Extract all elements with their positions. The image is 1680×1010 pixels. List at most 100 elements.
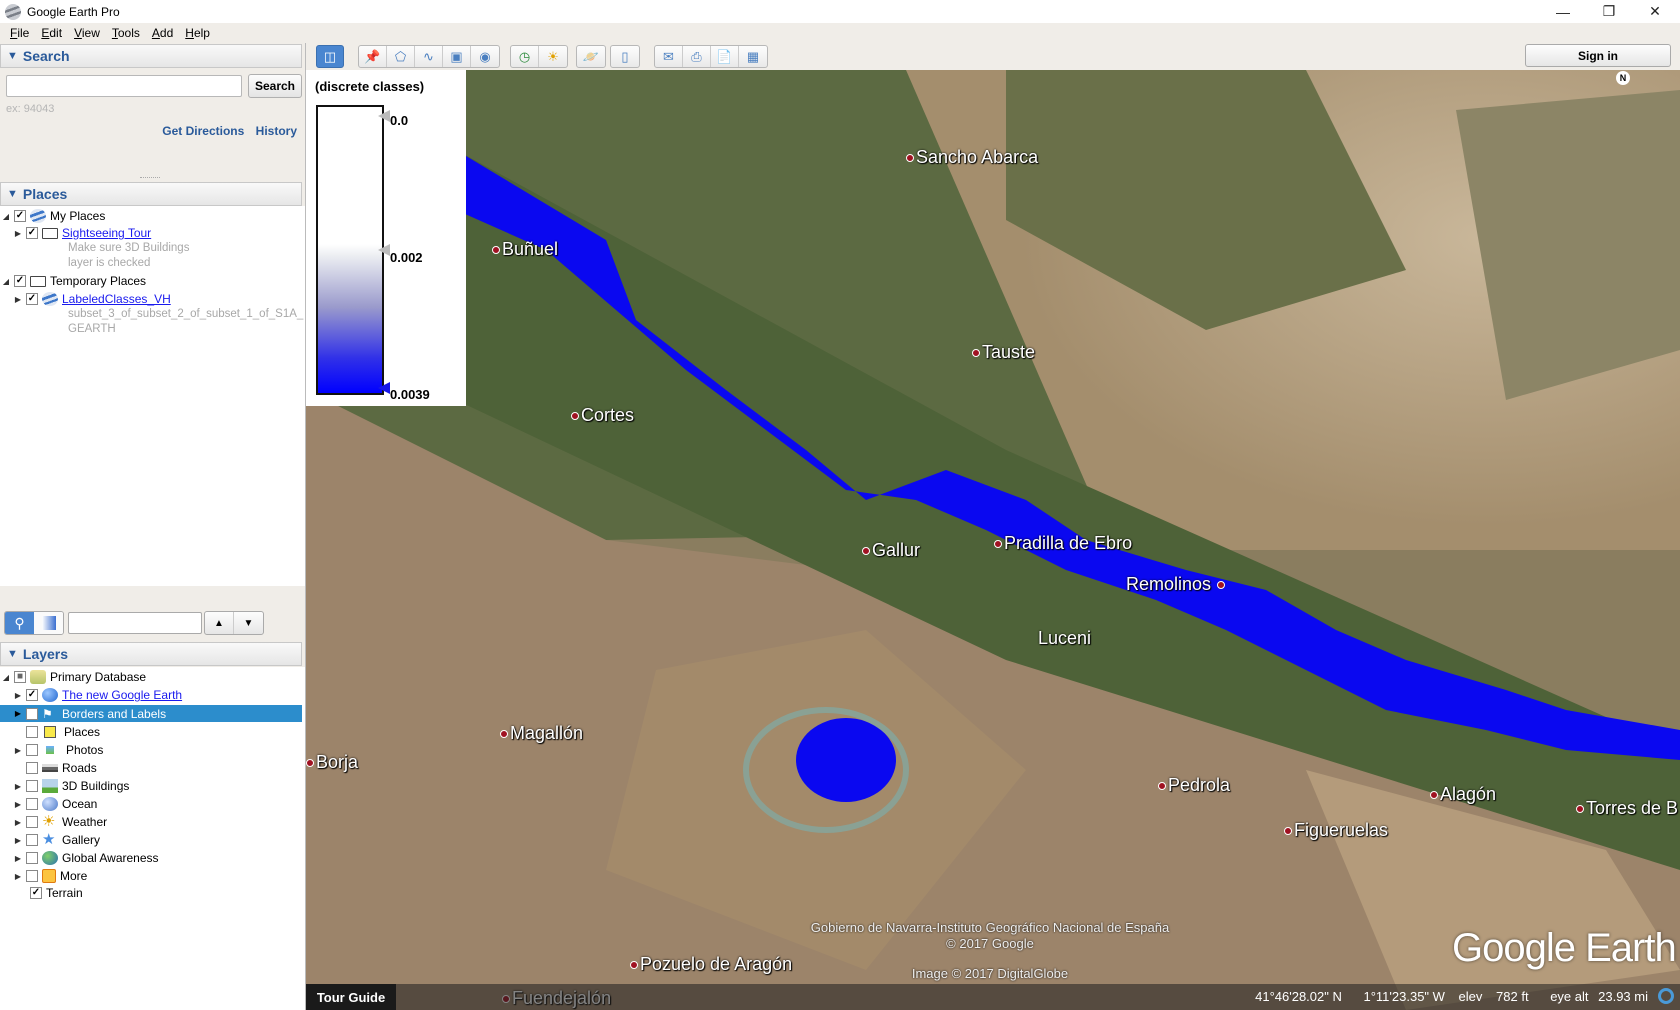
expand-icon[interactable]: ▶	[14, 800, 22, 809]
places-panel-header[interactable]: ▼ Places	[0, 182, 302, 206]
map-label[interactable]: Remolinos	[1126, 574, 1227, 595]
expand-icon[interactable]: ▶	[14, 836, 22, 845]
email-icon[interactable]: ✉	[655, 46, 683, 67]
ruler-button[interactable]: ▯	[610, 45, 640, 68]
search-button[interactable]: Search	[248, 74, 302, 98]
restore-button[interactable]: ❐	[1586, 0, 1632, 23]
close-button[interactable]: ✕	[1632, 0, 1678, 23]
historical-imagery-icon[interactable]: ◷	[511, 46, 539, 67]
checkbox[interactable]: ✓	[26, 293, 38, 305]
map-label[interactable]: Pedrola	[1158, 775, 1230, 796]
places-item-sightseeing-tour[interactable]: ▶ ✓ Sightseeing Tour	[14, 225, 151, 241]
view-in-maps-icon[interactable]: ▦	[739, 46, 767, 67]
sunlight-icon[interactable]: ☀	[539, 46, 567, 67]
search-places-icon[interactable]: ⚲	[5, 612, 34, 634]
expand-icon[interactable]: ▶	[14, 782, 22, 791]
layer-weather[interactable]: ▶ ☀ Weather	[14, 814, 107, 830]
map-label[interactable]: Figueruelas	[1284, 820, 1388, 841]
expand-icon[interactable]: ◢	[2, 212, 10, 221]
expand-icon[interactable]: ▶	[14, 709, 22, 718]
checkbox[interactable]: ■	[14, 671, 26, 683]
expand-icon[interactable]: ◢	[2, 277, 10, 286]
layer-primary-database[interactable]: ◢ ■ Primary Database	[2, 669, 146, 685]
checkbox[interactable]: ✓	[26, 689, 38, 701]
map-label[interactable]: Pradilla de Ebro	[994, 533, 1132, 554]
expand-icon[interactable]: ▶	[14, 854, 22, 863]
checkbox[interactable]	[26, 852, 38, 864]
expand-icon[interactable]: ▶	[14, 746, 22, 755]
checkbox[interactable]	[26, 762, 38, 774]
map-label[interactable]: Magallón	[500, 723, 583, 744]
sidebar-toggle-button[interactable]: ◫	[316, 45, 344, 68]
search-panel-header[interactable]: ▼ Search	[0, 44, 302, 68]
map-label[interactable]: Luceni	[1038, 628, 1091, 649]
checkbox[interactable]	[26, 744, 38, 756]
menu-file[interactable]: File	[10, 26, 29, 40]
map-label[interactable]: Torres de B	[1576, 798, 1678, 819]
expand-icon[interactable]: ▶	[14, 691, 22, 700]
map-view[interactable]: (discrete classes) 0.0 0.002 0.0039 N Sa…	[306, 70, 1680, 1010]
menu-tools[interactable]: Tools	[112, 26, 140, 40]
layer-more[interactable]: ▶ More	[14, 868, 87, 884]
checkbox[interactable]: ✓	[14, 275, 26, 287]
checkbox[interactable]: ✓	[14, 210, 26, 222]
expand-icon[interactable]: ▶	[14, 872, 22, 881]
layer-borders-and-labels[interactable]: ▶ ✓ ⚑ Borders and Labels	[0, 705, 302, 722]
sign-in-button[interactable]: Sign in	[1525, 44, 1671, 67]
move-up-icon[interactable]: ▲	[205, 612, 235, 634]
menu-add[interactable]: Add	[152, 26, 173, 40]
menu-view[interactable]: View	[74, 26, 100, 40]
layer-new-google-earth[interactable]: ▶ ✓ The new Google Earth	[14, 687, 182, 703]
checkbox[interactable]	[26, 834, 38, 846]
checkbox[interactable]: ✓	[30, 887, 42, 899]
panel-resize-grip[interactable]	[140, 177, 160, 180]
layer-places[interactable]: Places	[22, 724, 100, 740]
layer-roads[interactable]: Roads	[22, 760, 97, 776]
map-label[interactable]: Buñuel	[492, 239, 558, 260]
checkbox[interactable]	[26, 816, 38, 828]
map-label[interactable]: Borja	[306, 752, 358, 773]
map-label[interactable]: Sancho Abarca	[906, 147, 1038, 168]
tour-guide-button[interactable]: Tour Guide	[306, 984, 396, 1010]
checkbox[interactable]: ✓	[26, 227, 38, 239]
menu-help[interactable]: Help	[185, 26, 210, 40]
add-image-overlay-icon[interactable]: ▣	[443, 46, 471, 67]
layer-3d-buildings[interactable]: ▶ 3D Buildings	[14, 778, 129, 794]
move-down-icon[interactable]: ▼	[234, 612, 263, 634]
expand-icon[interactable]: ▶	[14, 229, 22, 238]
panel-toggle-icon[interactable]	[34, 612, 63, 634]
checkbox[interactable]	[26, 870, 38, 882]
item-label[interactable]: Sightseeing Tour	[62, 226, 151, 240]
item-label[interactable]: LabeledClasses_VH	[62, 292, 171, 306]
minimize-button[interactable]: —	[1540, 0, 1586, 23]
get-directions-link[interactable]: Get Directions	[162, 124, 244, 138]
planets-button[interactable]: 🪐	[576, 45, 606, 68]
layer-ocean[interactable]: ▶ Ocean	[14, 796, 97, 812]
layer-terrain[interactable]: ✓ Terrain	[26, 885, 83, 901]
checkbox[interactable]: ✓	[26, 707, 38, 720]
layer-global-awareness[interactable]: ▶ Global Awareness	[14, 850, 159, 866]
compass-north-icon[interactable]: N	[1616, 71, 1630, 85]
map-label[interactable]: Tauste	[972, 342, 1035, 363]
checkbox[interactable]	[26, 780, 38, 792]
places-item-my-places[interactable]: ◢ ✓ My Places	[2, 208, 105, 224]
places-item-labeledclasses[interactable]: ▶ ✓ LabeledClasses_VH	[14, 291, 171, 307]
map-label[interactable]: Cortes	[571, 405, 634, 426]
layer-gallery[interactable]: ▶ ★ Gallery	[14, 832, 100, 848]
checkbox[interactable]	[26, 726, 38, 738]
map-label[interactable]: Alagón	[1430, 784, 1496, 805]
checkbox[interactable]	[26, 798, 38, 810]
menu-edit[interactable]: Edit	[41, 26, 62, 40]
print-icon[interactable]: ⎙	[683, 46, 711, 67]
search-input[interactable]	[6, 75, 242, 97]
map-label[interactable]: Pozuelo de Aragón	[630, 954, 792, 975]
save-image-icon[interactable]: 📄	[711, 46, 739, 67]
layer-photos[interactable]: ▶ Photos	[14, 742, 103, 758]
history-link[interactable]: History	[256, 124, 297, 138]
layers-panel-header[interactable]: ▼ Layers	[0, 642, 302, 666]
expand-icon[interactable]: ▶	[14, 295, 22, 304]
add-placemark-icon[interactable]: 📌	[359, 46, 387, 67]
item-label[interactable]: The new Google Earth	[62, 688, 182, 702]
add-path-icon[interactable]: ∿	[415, 46, 443, 67]
add-polygon-icon[interactable]: ⬠	[387, 46, 415, 67]
